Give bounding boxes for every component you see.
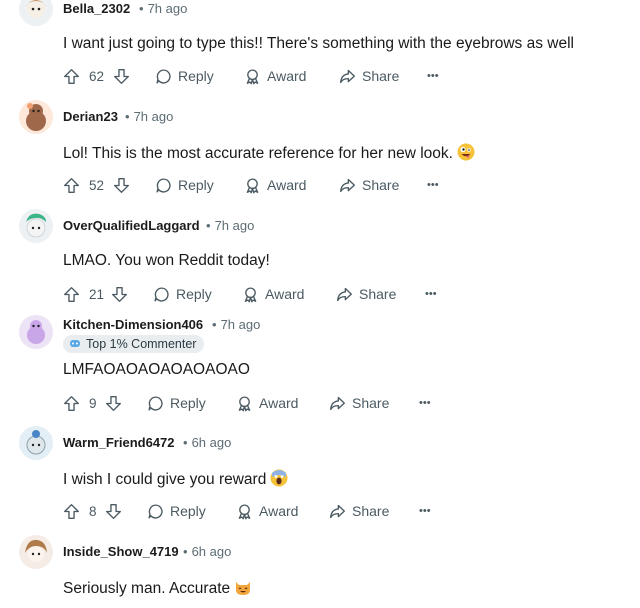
more-options-button[interactable]: •••	[425, 282, 437, 306]
award-icon	[238, 395, 251, 411]
comment-text: I want just going to type this!! There's…	[63, 35, 574, 52]
vote-count: 62	[89, 68, 105, 84]
share-label: Share	[352, 395, 390, 411]
avatar[interactable]	[19, 315, 53, 349]
reply-button[interactable]: Reply	[153, 282, 212, 306]
timestamp: • 7h ago	[139, 1, 188, 16]
reply-icon	[156, 177, 171, 193]
award-button[interactable]: Award	[242, 282, 304, 306]
timestamp: • 7h ago	[212, 317, 261, 332]
upvote-button[interactable]	[63, 499, 80, 523]
share-label: Share	[352, 503, 390, 519]
share-label: Share	[359, 286, 397, 302]
downvote-button[interactable]	[113, 173, 130, 197]
award-icon	[238, 503, 251, 519]
vote-count: 52	[89, 177, 105, 193]
share-label: Share	[362, 177, 400, 193]
reply-label: Reply	[170, 395, 206, 411]
downvote-button[interactable]	[113, 64, 130, 88]
timestamp: • 7h ago	[206, 218, 255, 233]
zany-face-icon	[457, 143, 475, 166]
upvote-button[interactable]	[63, 173, 80, 197]
more-options-button[interactable]: •••	[419, 391, 431, 415]
share-icon	[340, 178, 355, 192]
comment-text: LMFAOAOAOAOAOAOAO	[63, 361, 250, 378]
award-label: Award	[265, 286, 305, 302]
share-button[interactable]: Share	[339, 64, 399, 88]
more-options-button[interactable]: •••	[427, 64, 439, 88]
reply-label: Reply	[178, 177, 214, 193]
share-icon	[330, 396, 345, 410]
comment-text: Seriously man. Accurate	[63, 578, 252, 601]
comment-text: LMAO. You won Reddit today!	[63, 252, 270, 269]
screaming-face-icon	[270, 469, 288, 492]
user-flair-badge: Top 1% Commenter	[63, 335, 205, 353]
commenter-badge-icon	[70, 340, 80, 347]
avatar[interactable]	[19, 100, 53, 134]
award-button[interactable]: Award	[244, 173, 306, 197]
vote-count: 8	[89, 503, 97, 519]
username[interactable]: Kitchen-Dimension406	[63, 317, 203, 332]
downvote-button[interactable]	[105, 499, 122, 523]
award-button[interactable]: Award	[244, 64, 306, 88]
username[interactable]: OverQualifiedLaggard	[63, 218, 200, 233]
reply-label: Reply	[170, 503, 206, 519]
comment-text: Lol! This is the most accurate reference…	[63, 143, 475, 166]
award-icon	[246, 177, 259, 193]
timestamp: • 6h ago	[183, 435, 232, 450]
share-button[interactable]: Share	[336, 282, 396, 306]
award-label: Award	[267, 68, 307, 84]
share-label: Share	[362, 68, 400, 84]
reply-icon	[156, 68, 171, 84]
share-icon	[340, 69, 355, 83]
reply-button[interactable]: Reply	[147, 499, 206, 523]
award-button[interactable]: Award	[236, 499, 298, 523]
award-label: Award	[259, 395, 299, 411]
upvote-button[interactable]	[63, 282, 80, 306]
award-icon	[244, 286, 257, 302]
upvote-button[interactable]	[63, 64, 80, 88]
share-button[interactable]: Share	[329, 499, 389, 523]
vote-count: 21	[89, 286, 105, 302]
award-label: Award	[267, 177, 307, 193]
username[interactable]: Bella_2302	[63, 1, 130, 16]
award-label: Award	[259, 503, 299, 519]
reply-label: Reply	[176, 286, 212, 302]
flair-label: Top 1% Commenter	[86, 337, 197, 351]
share-icon	[337, 287, 352, 301]
reply-button[interactable]: Reply	[155, 173, 214, 197]
share-button[interactable]: Share	[339, 173, 399, 197]
reply-button[interactable]: Reply	[155, 64, 214, 88]
reply-icon	[148, 395, 163, 411]
avatar[interactable]	[19, 426, 53, 460]
reply-icon	[148, 503, 163, 519]
share-button[interactable]: Share	[329, 391, 389, 415]
username[interactable]: Derian23	[63, 109, 118, 124]
more-options-button[interactable]: •••	[419, 499, 431, 523]
timestamp: • 6h ago	[183, 544, 232, 559]
reply-button[interactable]: Reply	[147, 391, 206, 415]
avatar[interactable]	[19, 209, 53, 243]
more-options-button[interactable]: •••	[427, 173, 439, 197]
avatar[interactable]	[19, 0, 53, 26]
comment-text: I wish I could give you reward	[63, 469, 288, 492]
downvote-button[interactable]	[105, 391, 122, 415]
award-icon	[246, 68, 259, 84]
avatar[interactable]	[19, 535, 53, 569]
cat-emoji-icon	[234, 578, 252, 601]
downvote-button[interactable]	[111, 282, 128, 306]
timestamp: • 7h ago	[125, 109, 174, 124]
vote-count: 9	[89, 395, 97, 411]
username[interactable]: Inside_Show_4719	[63, 544, 179, 559]
award-button[interactable]: Award	[236, 391, 298, 415]
reply-icon	[154, 286, 169, 302]
share-icon	[330, 504, 345, 518]
username[interactable]: Warm_Friend6472	[63, 435, 175, 450]
reply-label: Reply	[178, 68, 214, 84]
upvote-button[interactable]	[63, 391, 80, 415]
